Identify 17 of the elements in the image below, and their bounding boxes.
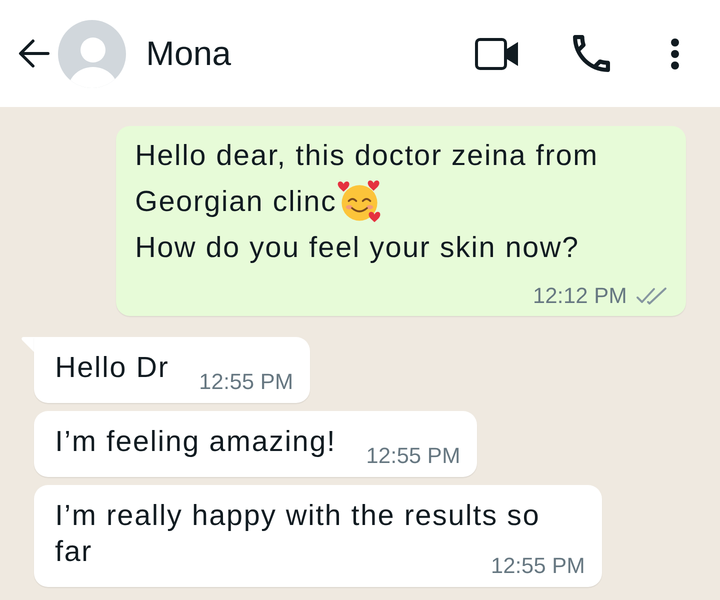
message-time: 12:12 PM xyxy=(532,283,627,309)
message-text: far xyxy=(55,536,92,568)
message-text: I’m really happy with the results so xyxy=(55,500,540,532)
video-camera-icon[interactable] xyxy=(475,38,519,70)
message-time: 12:55 PM xyxy=(366,443,460,469)
message-text: I’m feeling amazing! xyxy=(55,426,336,458)
phone-icon[interactable] xyxy=(573,35,610,72)
message-text: How do you feel your skin now? xyxy=(135,232,580,264)
contact-name[interactable]: Mona xyxy=(146,34,232,74)
message-text: Hello dear, this doctor zeina from xyxy=(135,140,598,172)
more-options-icon[interactable] xyxy=(670,38,680,70)
message-time: 12:55 PM xyxy=(199,369,294,395)
message-text: Hello Dr xyxy=(55,352,170,384)
message-text: Georgian clinc xyxy=(135,186,337,218)
back-arrow-icon[interactable] xyxy=(17,38,50,69)
message-time: 12:55 PM xyxy=(490,553,585,579)
smiling-face-with-hearts-icon xyxy=(336,179,382,224)
